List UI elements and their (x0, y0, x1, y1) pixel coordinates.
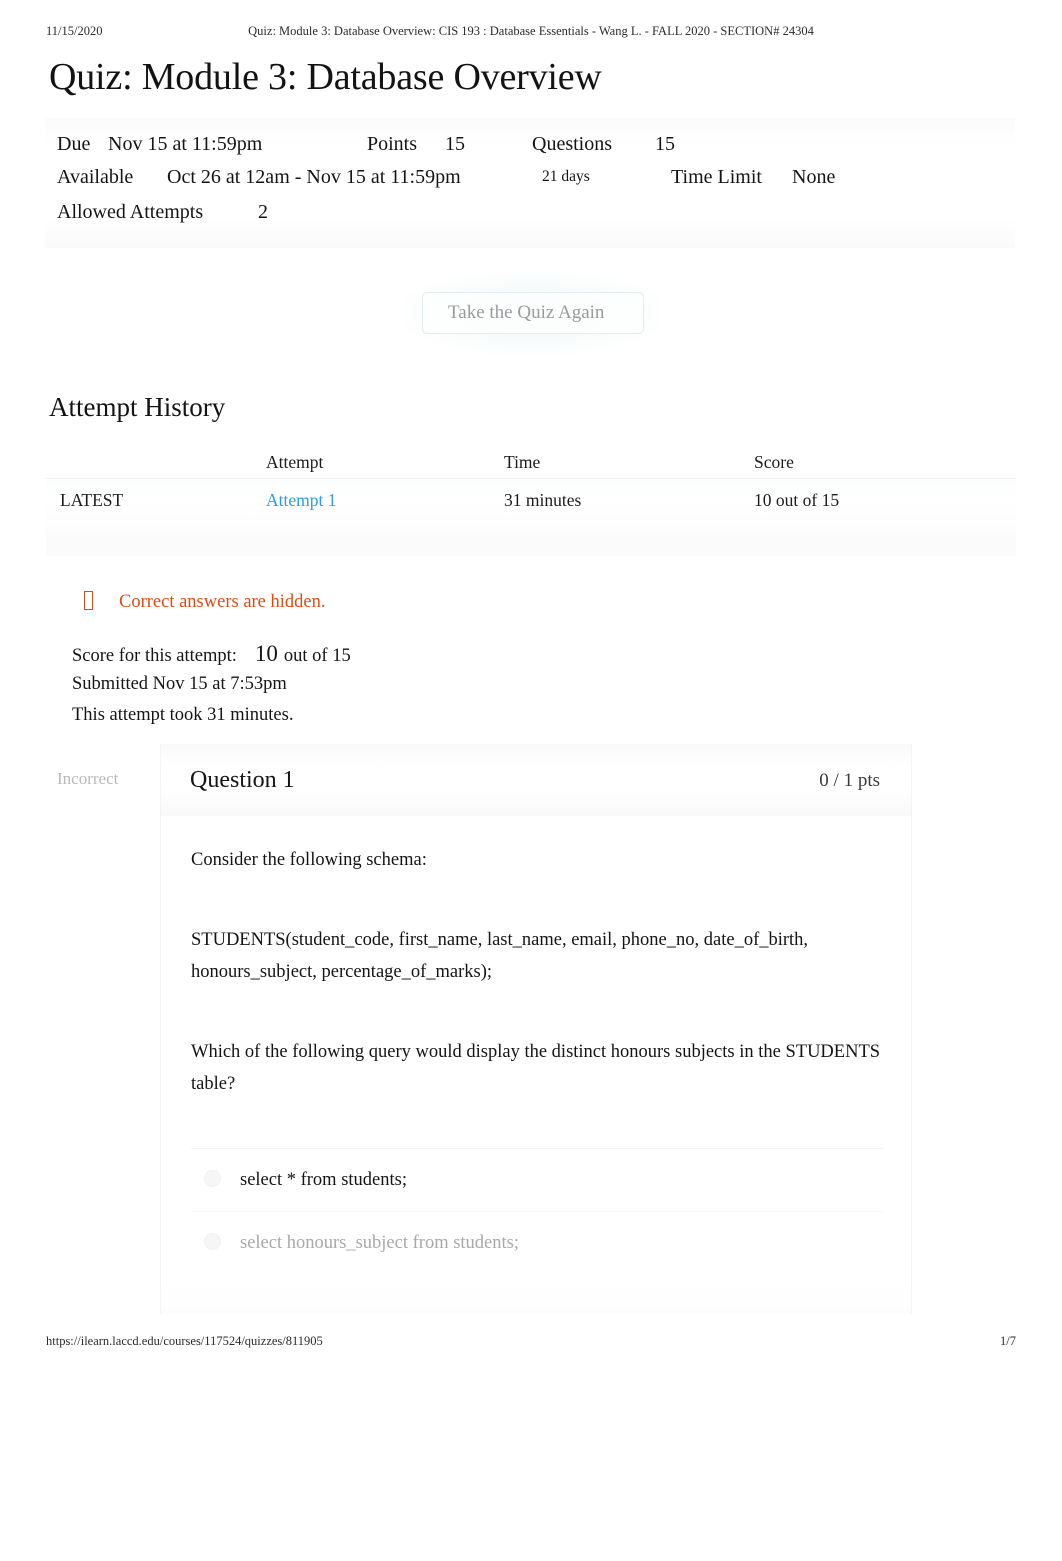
question-paragraph-1: Consider the following schema: (191, 850, 427, 870)
attempt-time-value: 31 minutes (504, 490, 582, 510)
answer-options: select * from students; select honours_s… (191, 1148, 883, 1274)
question-points: 0 / 1 pts (819, 770, 880, 791)
question-status-badge: Incorrect (57, 769, 119, 788)
score-for-attempt-line: Score for this attempt: 10 out of 15 (72, 638, 772, 669)
attempt-kept-badge: LATEST (60, 490, 124, 510)
column-header-time: Time (504, 452, 541, 472)
available-value: Oct 26 at 12am - Nov 15 at 11:59pm (167, 166, 461, 188)
notice-text: Correct answers are hidden. (119, 592, 326, 612)
answer-option-2-label: select honours_subject from students; (240, 1233, 519, 1253)
score-for-attempt-value: 10 (254, 641, 278, 666)
questions-label: Questions (532, 133, 612, 155)
score-for-attempt-label: Score for this attempt: (72, 646, 237, 666)
quiz-metadata-row-2: Available Oct 26 at 12am - Nov 15 at 11:… (45, 160, 1015, 194)
attempt-duration-line: This attempt took 31 minutes. (72, 705, 294, 725)
table-row: LATEST Attempt 1 31 minutes 10 out of 15 (46, 480, 1016, 520)
print-footer: https://ilearn.laccd.edu/courses/117524/… (0, 1334, 1062, 1352)
question-body: Consider the following schema: STUDENTS(… (191, 844, 881, 1100)
question-paragraph-3: Which of the following query would displ… (191, 1042, 881, 1094)
score-for-attempt-suffix: out of 15 (283, 646, 351, 666)
radio-button-icon[interactable] (204, 1233, 221, 1250)
quiz-metadata-row-3: Allowed Attempts 2 (45, 195, 1015, 229)
question-header: Question 1 0 / 1 pts (161, 744, 911, 816)
answer-option-2[interactable]: select honours_subject from students; (191, 1211, 883, 1274)
attempt-score-value: 10 out of 15 (754, 490, 840, 510)
question-paragraph-2: STUDENTS(student_code, first_name, last_… (191, 930, 809, 982)
answer-option-1[interactable]: select * from students; (191, 1148, 883, 1211)
print-header: 11/15/2020 Quiz: Module 3: Database Over… (0, 24, 1062, 42)
allowed-attempts-label: Allowed Attempts (57, 201, 204, 223)
available-label: Available (57, 166, 134, 188)
page-title: Quiz: Module 3: Database Overview (49, 56, 602, 98)
time-limit-label: Time Limit (671, 166, 762, 188)
answer-option-1-label: select * from students; (240, 1170, 407, 1190)
questions-value: 15 (655, 133, 675, 155)
points-label: Points (367, 133, 418, 155)
table-bottom-band (46, 520, 1016, 556)
attempt-summary: Score for this attempt: 10 out of 15 Submi… (72, 638, 772, 731)
points-value: 15 (445, 133, 465, 155)
take-the-quiz-again-button[interactable]: Take the Quiz Again (422, 292, 644, 334)
quiz-metadata-row-1: Due Nov 15 at 11:59pm Points 15 Question… (45, 127, 1015, 161)
submitted-line: Submitted Nov 15 at 7:53pm (72, 674, 287, 694)
print-footer-url: https://ilearn.laccd.edu/courses/117524/… (46, 1334, 323, 1348)
warning-tofu-icon (84, 591, 93, 610)
question-card-bottom-fade (161, 1284, 911, 1314)
print-document-title: Quiz: Module 3: Database Overview: CIS 1… (248, 24, 814, 38)
column-header-score: Score (754, 452, 794, 472)
question-card: Question 1 0 / 1 pts Consider the follow… (160, 744, 912, 1314)
table-header-row: Attempt Time Score (46, 446, 1016, 479)
question-block: Incorrect Question 1 0 / 1 pts Consider … (57, 744, 912, 1314)
time-limit-value: None (792, 166, 836, 188)
question-title: Question 1 (190, 767, 295, 793)
due-value: Nov 15 at 11:59pm (108, 133, 263, 155)
attempt-1-link[interactable]: Attempt 1 (266, 490, 336, 510)
retake-quiz-area: Take the Quiz Again (405, 272, 660, 354)
available-duration: 21 days (542, 168, 590, 185)
attempt-history-table: Attempt Time Score LATEST Attempt 1 31 m… (46, 446, 1016, 556)
allowed-attempts-value: 2 (258, 201, 268, 223)
attempt-link-cell: Attempt 1 (266, 480, 336, 520)
print-footer-page-number: 1/7 (1000, 1334, 1016, 1348)
attempt-history-heading: Attempt History (49, 392, 226, 422)
column-header-attempt: Attempt (266, 452, 324, 472)
radio-button-icon[interactable] (204, 1170, 221, 1187)
quiz-metadata: Due Nov 15 at 11:59pm Points 15 Question… (45, 118, 1015, 248)
correct-answers-hidden-notice: Correct answers are hidden. (84, 591, 326, 615)
due-label: Due (57, 133, 91, 155)
